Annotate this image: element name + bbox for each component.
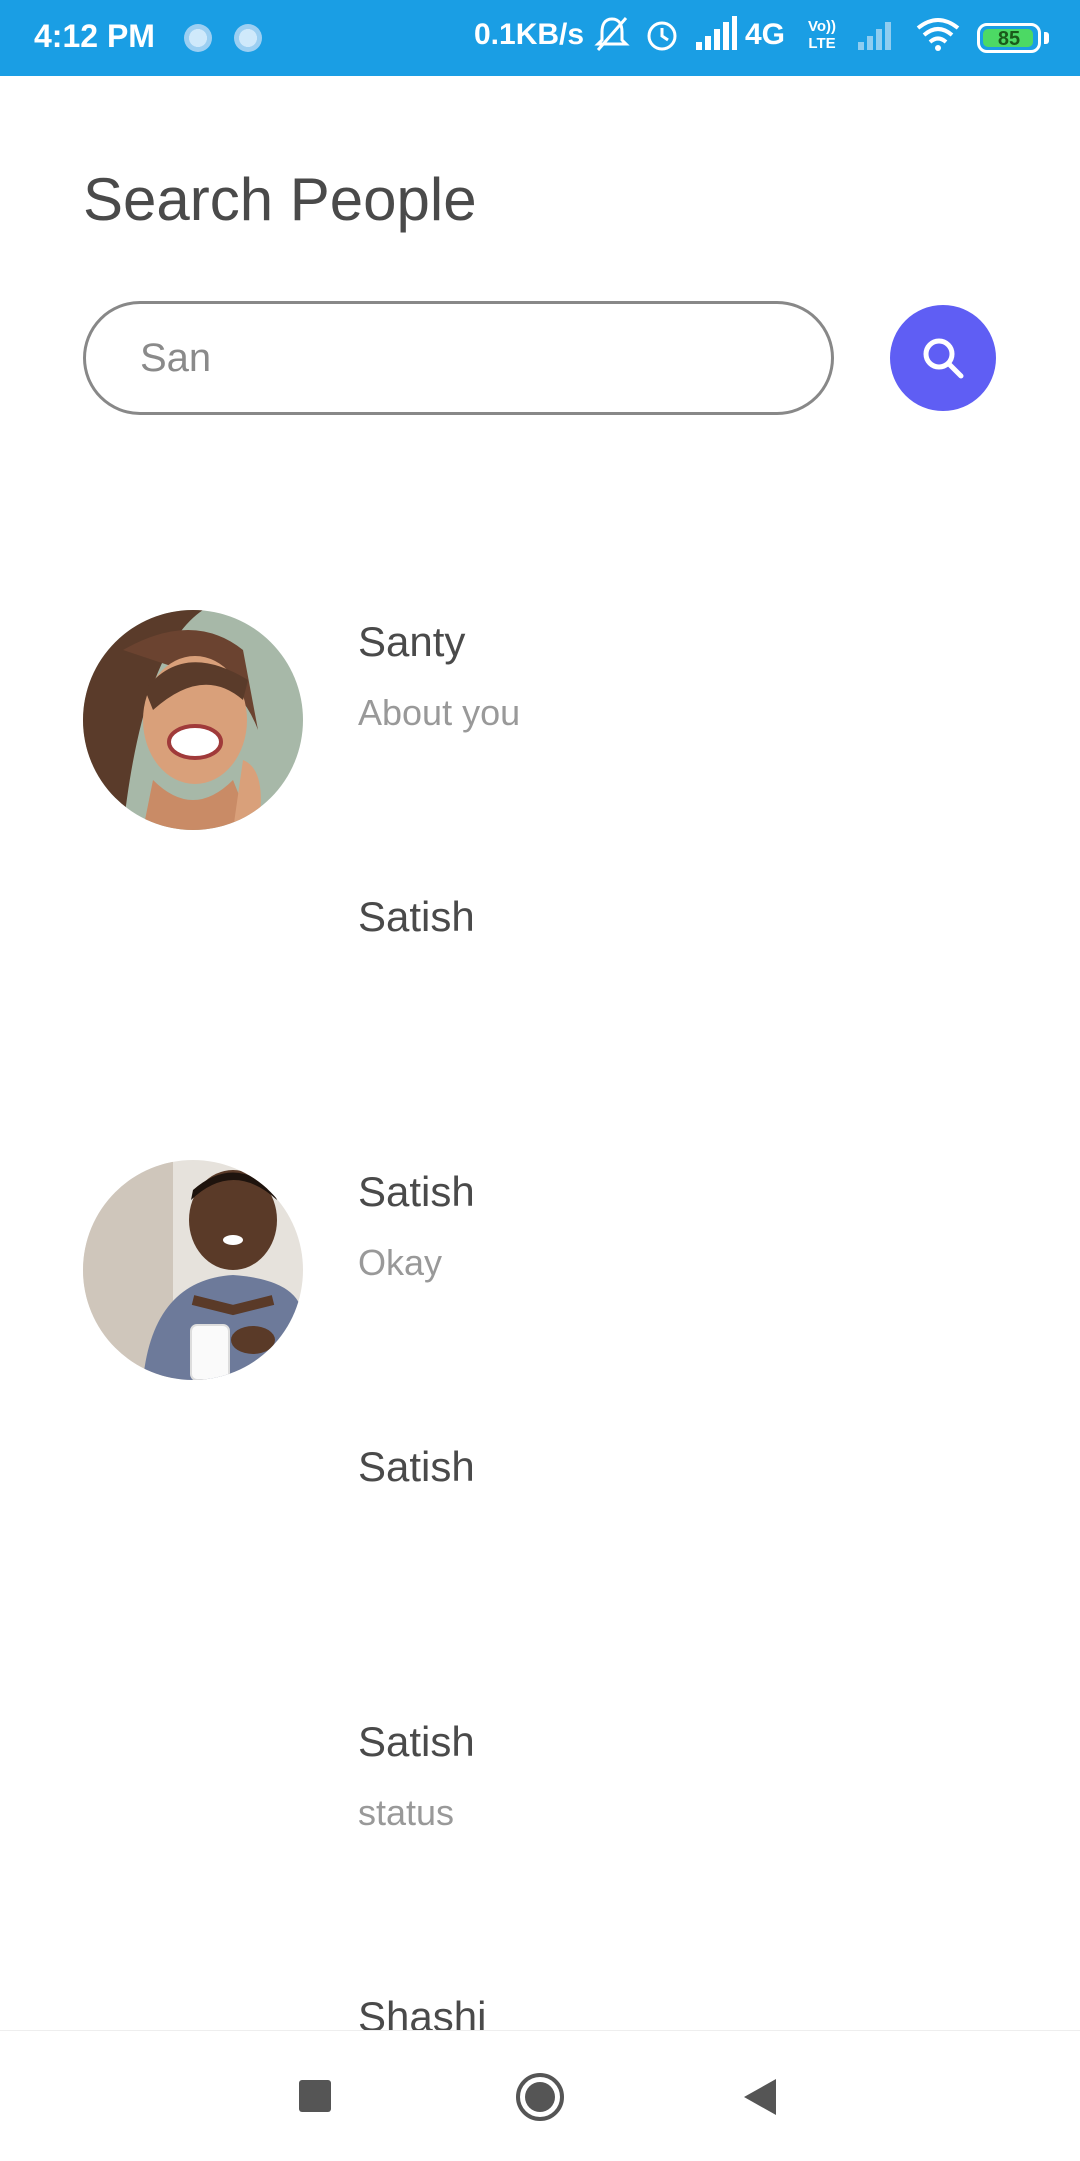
network-speed: 0.1KB/s: [474, 18, 585, 51]
avatar: [83, 610, 303, 830]
list-item[interactable]: Satish status: [0, 1710, 1080, 1985]
list-item[interactable]: Satish: [0, 885, 1080, 1160]
list-item[interactable]: Satish: [0, 1435, 1080, 1710]
signal-icon: [696, 16, 737, 50]
person-name: Satish: [358, 1168, 475, 1215]
signal-weak-icon: [858, 22, 891, 50]
volte-icon: Vo)) LTE: [808, 18, 837, 52]
search-button[interactable]: [890, 305, 996, 411]
avatar: [83, 1160, 303, 1380]
person-name: Satish: [358, 1443, 475, 1490]
person-name: Satish: [358, 1718, 475, 1765]
battery-icon: 85: [977, 23, 1041, 53]
recents-square-icon[interactable]: [298, 2079, 332, 2113]
page-title: Search People: [83, 166, 477, 233]
list-item[interactable]: Satish Okay: [0, 1160, 1080, 1435]
person-status: About you: [358, 692, 521, 733]
notification-icon: [184, 24, 212, 52]
home-circle-icon[interactable]: [514, 2071, 566, 2123]
back-triangle-icon[interactable]: [742, 2077, 778, 2117]
mute-bell-icon: [594, 17, 630, 51]
wifi-icon: [916, 18, 960, 51]
status-bar: 4:12 PM 0.1KB/s 4G Vo)) LTE 85: [0, 0, 1080, 76]
network-type: 4G: [745, 18, 786, 51]
navigation-bar: [0, 2030, 1080, 2161]
person-name: Shashi: [358, 1993, 487, 2030]
person-name: Santy: [358, 618, 466, 665]
person-status: Okay: [358, 1242, 443, 1283]
alarm-icon: [647, 21, 677, 51]
person-name: Satish: [358, 893, 475, 940]
search-input[interactable]: [83, 301, 834, 415]
search-icon: [923, 338, 964, 379]
person-status: status: [358, 1792, 455, 1833]
list-item[interactable]: Santy About you: [0, 610, 1080, 885]
notification-icon: [234, 24, 262, 52]
status-time: 4:12 PM: [34, 18, 155, 54]
list-item[interactable]: Shashi: [0, 1985, 1080, 2030]
